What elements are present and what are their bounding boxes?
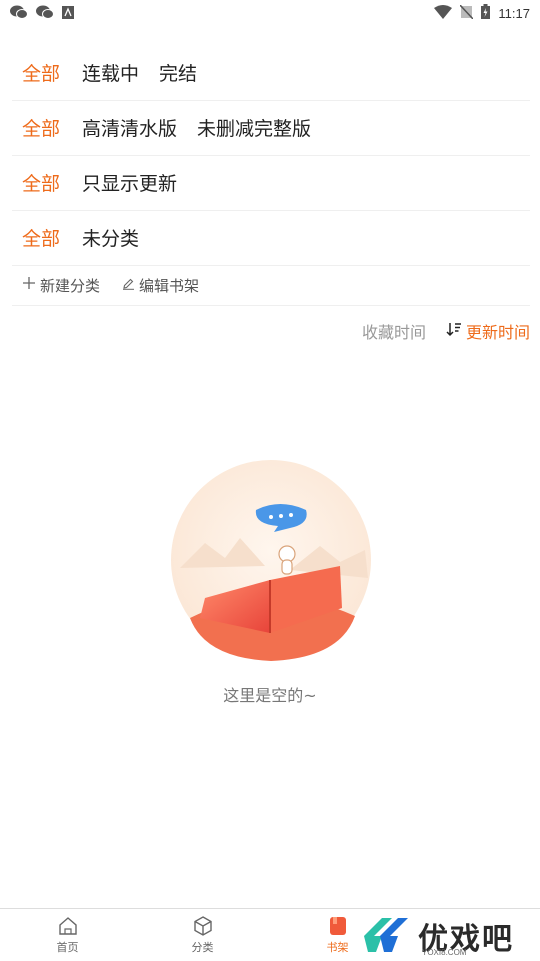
status-bar: 11:17 <box>0 0 540 26</box>
app-icon <box>62 4 74 23</box>
watermark-logo: 优戏吧 YOXI8.COM <box>360 912 540 960</box>
new-category-button[interactable]: 新建分类 <box>22 275 100 296</box>
battery-charging-icon <box>481 3 491 23</box>
no-sim-icon <box>459 3 474 23</box>
tab-bookshelf-label: 书架 <box>326 940 349 954</box>
new-category-label: 新建分类 <box>40 276 101 295</box>
filter-row-status: 全部 连载中 完结 <box>12 45 530 101</box>
watermark-icon <box>360 912 412 960</box>
filter-all-button[interactable]: 全部 <box>22 59 82 86</box>
filter-option-updated-only[interactable]: 只显示更新 <box>82 169 177 196</box>
wechat-icon <box>10 4 28 23</box>
sort-descending-icon <box>446 321 462 341</box>
edit-shelf-button[interactable]: 编辑书架 <box>122 275 199 296</box>
empty-shelf-illustration <box>170 458 372 662</box>
tab-category-label: 分类 <box>191 940 214 954</box>
shelf-actions: 新建分类 编辑书架 <box>12 265 530 306</box>
status-time: 11:17 <box>498 5 530 21</box>
plus-icon <box>22 276 36 294</box>
filter-option-hd-clean[interactable]: 高清清水版 <box>82 114 177 141</box>
filter-all-button[interactable]: 全部 <box>22 169 82 196</box>
filter-option-completed[interactable]: 完结 <box>159 59 197 86</box>
sort-update-label: 更新时间 <box>465 323 530 342</box>
cube-icon <box>193 915 213 939</box>
empty-message: 这里是空的~ <box>223 686 317 705</box>
sort-by-update-time[interactable]: 更新时间 <box>446 319 530 343</box>
wifi-icon <box>434 4 453 23</box>
bookshelf-icon <box>329 916 347 939</box>
status-bar-left <box>10 4 74 23</box>
filter-option-uncategorized[interactable]: 未分类 <box>82 224 139 251</box>
home-icon <box>58 916 78 939</box>
tab-home-label: 首页 <box>56 940 79 954</box>
filter-all-button[interactable]: 全部 <box>22 114 82 141</box>
filter-row-update: 全部 只显示更新 <box>12 155 530 211</box>
edit-shelf-label: 编辑书架 <box>139 276 200 295</box>
watermark-subtext: YOXI8.COM <box>422 948 467 957</box>
pencil-icon <box>122 276 135 294</box>
tab-home[interactable]: 首页 <box>0 909 135 961</box>
filter-option-uncut[interactable]: 未删减完整版 <box>197 114 311 141</box>
filter-row-category: 全部 未分类 <box>12 210 530 266</box>
filter-row-version: 全部 高清清水版 未删减完整版 <box>12 100 530 156</box>
filter-option-serializing[interactable]: 连载中 <box>82 59 139 86</box>
filter-all-button[interactable]: 全部 <box>22 224 82 251</box>
tab-category[interactable]: 分类 <box>135 909 270 961</box>
status-bar-right: 11:17 <box>434 3 530 23</box>
sort-bar: 收藏时间 更新时间 <box>362 318 530 344</box>
sort-by-favorite-time[interactable]: 收藏时间 <box>362 319 426 343</box>
wechat-icon <box>36 4 54 23</box>
